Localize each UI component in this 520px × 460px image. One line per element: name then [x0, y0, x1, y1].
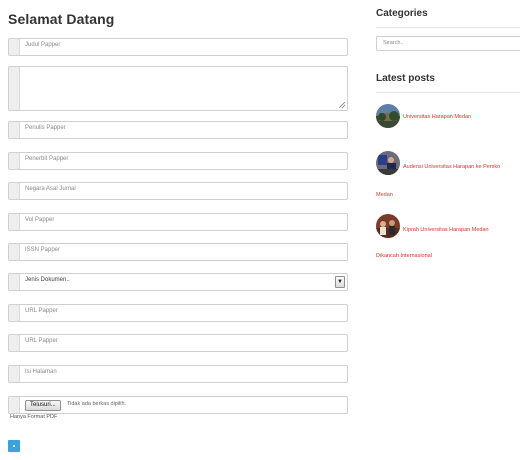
- input-addon: [9, 335, 20, 351]
- input-addon: [9, 122, 20, 138]
- search-placeholder: Search..: [383, 40, 404, 46]
- judul-papper-placeholder: Judul Papper: [25, 42, 61, 48]
- vol-papper-placeholder: Vol Papper: [25, 217, 55, 223]
- penerbit-papper-placeholder: Penerbit Papper: [25, 156, 69, 162]
- categories-title: Categories: [376, 8, 428, 19]
- page: Selamat Datang Judul Papper Penulis Papp…: [0, 0, 520, 460]
- input-addon: [9, 183, 20, 199]
- negara-asal-jurnal-input[interactable]: Negara Asal Jurnal: [8, 182, 348, 200]
- latest-posts-title: Latest posts: [376, 73, 435, 84]
- abstract-textarea[interactable]: [8, 66, 348, 111]
- file-format-note: Hanya Format PDF: [10, 414, 58, 420]
- submit-button[interactable]: [8, 440, 20, 452]
- post-thumbnail[interactable]: [376, 151, 400, 175]
- isi-halaman-placeholder: Isi Halaman: [25, 369, 57, 375]
- input-addon: [9, 244, 20, 260]
- file-upload-field: Telusuri... Tidak ada berkas dipilih.: [8, 396, 348, 414]
- url-papper-placeholder: URL Papper: [25, 308, 58, 314]
- input-addon: [9, 274, 20, 290]
- resize-grip-icon[interactable]: [339, 102, 345, 108]
- penerbit-papper-input[interactable]: Penerbit Papper: [8, 152, 348, 170]
- post-link-3-cont[interactable]: Dikancah Internasional: [376, 253, 432, 259]
- input-addon: [9, 153, 20, 169]
- url-papper-input-2[interactable]: URL Papper: [8, 334, 348, 352]
- search-input[interactable]: Search..: [376, 36, 520, 51]
- input-addon: [9, 397, 20, 413]
- submit-dot-icon: [13, 445, 15, 447]
- post-link-3[interactable]: Kiprah Universitas Harapan Medan: [403, 227, 489, 233]
- input-addon: [9, 305, 20, 321]
- post-thumbnail[interactable]: [376, 214, 400, 238]
- input-addon: [9, 214, 20, 230]
- penulis-papper-placeholder: Penulis Papper: [25, 125, 66, 131]
- isi-halaman-input[interactable]: Isi Halaman: [8, 365, 348, 383]
- issn-papper-input[interactable]: ISSN Papper: [8, 243, 348, 261]
- url-papper-input[interactable]: URL Papper: [8, 304, 348, 322]
- browse-file-button[interactable]: Telusuri...: [25, 400, 61, 411]
- jenis-dokumen-selected: Jenis Dokumen..: [25, 277, 70, 283]
- negara-asal-jurnal-placeholder: Negara Asal Jurnal: [25, 186, 76, 192]
- jenis-dokumen-select[interactable]: Jenis Dokumen.. ▼: [8, 273, 348, 291]
- input-addon: [9, 67, 20, 110]
- post-thumbnail[interactable]: [376, 104, 400, 128]
- file-status-text: Tidak ada berkas dipilih.: [67, 401, 127, 407]
- vol-papper-input[interactable]: Vol Papper: [8, 213, 348, 231]
- penulis-papper-input[interactable]: Penulis Papper: [8, 121, 348, 139]
- input-addon: [9, 39, 20, 55]
- issn-papper-placeholder: ISSN Papper: [25, 247, 61, 253]
- categories-divider: [376, 27, 520, 28]
- post-link-1[interactable]: Universitas Harapan Medan: [403, 114, 471, 120]
- post-link-2[interactable]: Audensi Universitas Harapan ke Pemko: [403, 164, 500, 170]
- page-title: Selamat Datang: [8, 11, 115, 27]
- chevron-down-icon[interactable]: ▼: [335, 276, 345, 288]
- latest-posts-divider: [376, 92, 520, 93]
- post-link-2-cont[interactable]: Medan: [376, 192, 393, 198]
- input-addon: [9, 366, 20, 382]
- url-papper-placeholder-2: URL Papper: [25, 338, 58, 344]
- judul-papper-input[interactable]: Judul Papper: [8, 38, 348, 56]
